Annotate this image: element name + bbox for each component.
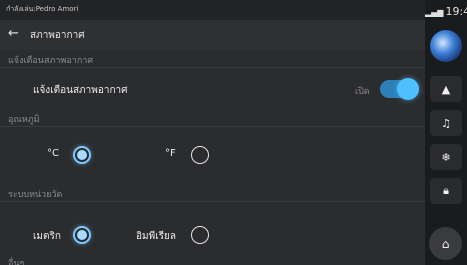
car-icon[interactable]: 🔒︎ xyxy=(430,178,462,204)
weather-alert-label: แจ้งเตือนสภาพอากาศ xyxy=(33,85,128,96)
section-label-unit-system: ระบบหน่วยวัด xyxy=(8,190,63,200)
page-title: สภาพอากาศ xyxy=(30,30,85,41)
now-playing-text: กำลังเล่น:Pedro Amori xyxy=(6,5,79,13)
fahrenheit-radio[interactable] xyxy=(191,146,209,164)
clock-text: 19:48 xyxy=(445,5,467,18)
section-label-weather-alert: แจ้งเตือนสภาพอากาศ xyxy=(8,56,94,66)
metric-radio[interactable] xyxy=(73,226,91,244)
metric-label: เมตริก xyxy=(33,231,61,242)
toggle-state-text: เปิด xyxy=(355,87,370,97)
celsius-label: °C xyxy=(47,148,59,159)
section-label-other: อื่นๆ xyxy=(8,259,25,265)
home-icon[interactable]: ⌂ xyxy=(429,227,462,260)
status-time: ▂▄▆19:48 xyxy=(425,5,467,18)
settings-panel: กำลังเล่น:Pedro Amori ← สภาพอากาศ แจ้งเต… xyxy=(0,0,425,265)
signal-icon: ▂▄▆ xyxy=(425,8,444,17)
imperial-radio[interactable] xyxy=(191,226,209,244)
weather-alert-toggle[interactable] xyxy=(380,78,419,100)
section-label-temperature: อุณหภูมิ xyxy=(8,115,40,125)
music-icon[interactable]: ♫ xyxy=(430,110,462,136)
imperial-label: อิมพีเรียล xyxy=(136,231,176,242)
celsius-radio[interactable] xyxy=(73,146,91,164)
climate-icon[interactable]: ❄ xyxy=(430,144,462,170)
status-bar: กำลังเล่น:Pedro Amori xyxy=(0,0,425,20)
divider xyxy=(0,67,425,68)
divider xyxy=(0,126,425,127)
toggle-knob xyxy=(397,78,419,100)
fahrenheit-label: °F xyxy=(165,148,176,159)
back-arrow-icon[interactable]: ← xyxy=(8,26,22,42)
header-bar: ← สภาพอากาศ xyxy=(0,20,425,50)
divider xyxy=(0,201,425,202)
voice-assistant-icon[interactable] xyxy=(430,30,462,62)
navigation-icon[interactable]: ▲ xyxy=(430,76,462,102)
